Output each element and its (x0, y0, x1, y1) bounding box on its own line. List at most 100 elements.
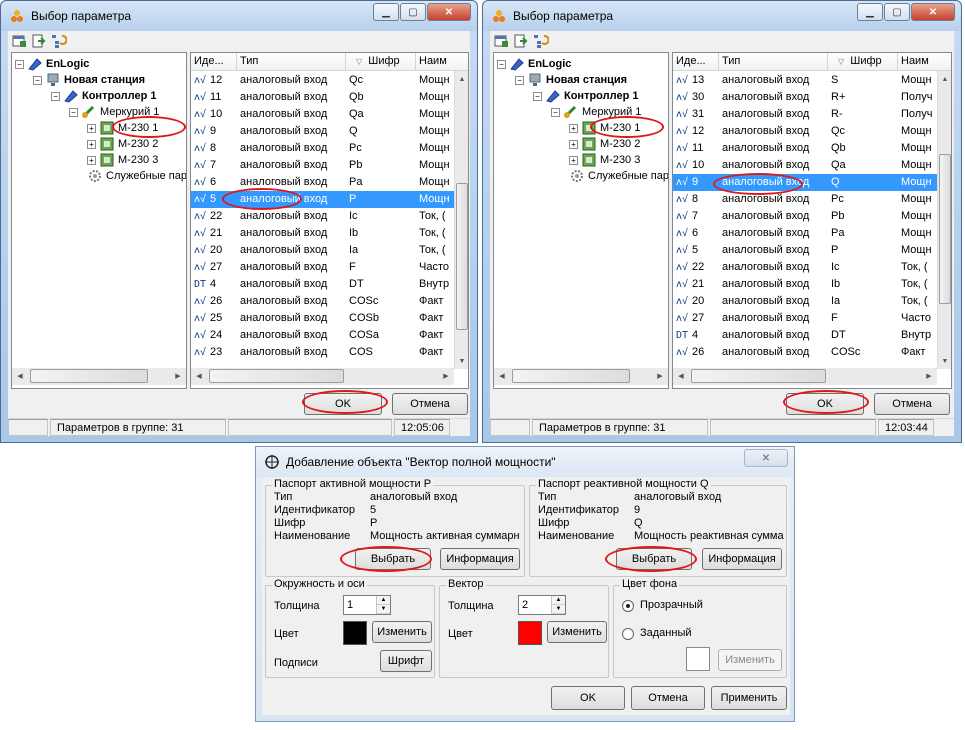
column-name[interactable]: Наим (416, 53, 468, 70)
tree-service-label[interactable]: Служебные пар (588, 170, 668, 182)
dialog-cancel-button[interactable]: Отмена (631, 686, 705, 710)
tree-device-label[interactable]: M-230 3 (600, 154, 640, 166)
scroll-up-icon[interactable]: ▲ (455, 71, 469, 87)
tree-station-label[interactable]: Новая станция (546, 74, 627, 86)
table-row[interactable]: DT 4 аналоговый вход DT Внутр (673, 327, 938, 344)
circle-change-color-button[interactable]: Изменить (372, 621, 432, 643)
table-row[interactable]: ʌ√ 10 аналоговый вход Qa Мощн (191, 106, 456, 123)
minimize-button[interactable]: ▁ (373, 3, 399, 21)
scroll-thumb[interactable] (691, 369, 826, 383)
collapse-toggle[interactable]: − (515, 75, 524, 85)
scroll-up-icon[interactable]: ▲ (938, 71, 952, 87)
table-row[interactable]: ʌ√ 25 аналоговый вход COSb Факт (191, 310, 456, 327)
table-row[interactable]: ʌ√ 26 аналоговый вход COSc Факт (191, 293, 456, 310)
table-row[interactable]: ʌ√ 20 аналоговый вход Ia Ток, ( (191, 242, 456, 259)
column-name[interactable]: Наим (898, 53, 951, 70)
tree-service-label[interactable]: Служебные пар (106, 170, 186, 182)
cancel-button[interactable]: Отмена (392, 393, 468, 415)
close-button[interactable]: ✕ (911, 3, 955, 21)
table-row[interactable]: ʌ√ 27 аналоговый вход F Часто (191, 259, 456, 276)
table-row[interactable]: ʌ√ 26 аналоговый вход COSc Факт (673, 344, 938, 361)
table-row[interactable]: ʌ√ 8 аналоговый вход Pc Мощн (191, 140, 456, 157)
grid-hscroll[interactable]: ◀ ▶ (191, 368, 454, 385)
table-row[interactable]: ʌ√ 22 аналоговый вход Ic Ток, ( (673, 259, 938, 276)
tree-refresh-icon[interactable] (51, 33, 67, 49)
collapse-toggle[interactable]: − (69, 107, 78, 117)
circle-thickness-value[interactable]: 1 (344, 596, 376, 614)
scroll-right-icon[interactable]: ▶ (438, 368, 454, 384)
column-id[interactable]: Иде... (191, 53, 237, 70)
export-icon[interactable] (31, 33, 47, 49)
collapse-toggle[interactable]: − (533, 91, 542, 101)
dialog-titlebar[interactable]: Добавление объекта "Вектор полной мощнос… (256, 447, 794, 477)
scroll-left-icon[interactable]: ◀ (12, 368, 28, 384)
table-row[interactable]: ʌ√ 20 аналоговый вход Ia Ток, ( (673, 293, 938, 310)
export-icon[interactable] (513, 33, 529, 49)
expand-toggle[interactable]: + (569, 123, 578, 133)
maximize-button[interactable]: ▢ (884, 3, 910, 21)
close-button[interactable]: ✕ (427, 3, 471, 21)
scroll-right-icon[interactable]: ▶ (921, 368, 937, 384)
table-row[interactable]: ʌ√ 31 аналоговый вход R- Получ (673, 106, 938, 123)
background-change-color-button[interactable]: Изменить (718, 649, 782, 671)
info-reactive-button[interactable]: Информация (702, 548, 782, 570)
expand-toggle[interactable]: + (87, 155, 96, 165)
tree-device-label[interactable]: M-230 3 (118, 154, 158, 166)
tree-controller-label[interactable]: Контроллер 1 (82, 90, 156, 102)
expand-toggle[interactable]: + (87, 139, 96, 149)
table-row[interactable]: ʌ√ 6 аналоговый вход Pa Мощн (673, 225, 938, 242)
tree-controller-label[interactable]: Контроллер 1 (564, 90, 638, 102)
scroll-right-icon[interactable]: ▶ (652, 368, 668, 384)
tree-root-label[interactable]: EnLogic (528, 58, 571, 70)
table-row[interactable]: ʌ√ 27 аналоговый вход F Часто (673, 310, 938, 327)
table-row[interactable]: ʌ√ 6 аналоговый вход Pa Мощн (191, 174, 456, 191)
column-type[interactable]: Тип (719, 53, 828, 70)
scroll-down-icon[interactable]: ▼ (455, 353, 469, 369)
cancel-button[interactable]: Отмена (874, 393, 950, 415)
table-row[interactable]: ʌ√ 21 аналоговый вход Ib Ток, ( (673, 276, 938, 293)
spin-up-icon[interactable]: ▲ (552, 596, 565, 605)
dialog-apply-button[interactable]: Применить (711, 686, 787, 710)
table-row[interactable]: ʌ√ 30 аналоговый вход R+ Получ (673, 89, 938, 106)
table-row[interactable]: ʌ√ 7 аналоговый вход Pb Мощн (673, 208, 938, 225)
scroll-thumb[interactable] (512, 369, 630, 383)
transparent-radio[interactable] (622, 600, 634, 612)
transparent-label[interactable]: Прозрачный (640, 599, 703, 611)
spin-down-icon[interactable]: ▼ (552, 605, 565, 614)
info-active-button[interactable]: Информация (440, 548, 520, 570)
table-row[interactable]: ʌ√ 13 аналоговый вход S Мощн (673, 72, 938, 89)
collapse-toggle[interactable]: − (497, 59, 506, 69)
tree-station-label[interactable]: Новая станция (64, 74, 145, 86)
scroll-left-icon[interactable]: ◀ (673, 368, 689, 384)
collapse-toggle[interactable]: − (51, 91, 60, 101)
spin-down-icon[interactable]: ▼ (377, 605, 390, 614)
table-row[interactable]: ʌ√ 12 аналоговый вход Qc Мощн (191, 72, 456, 89)
scroll-thumb[interactable] (209, 369, 344, 383)
expand-toggle[interactable]: + (569, 155, 578, 165)
grid-hscroll[interactable]: ◀ ▶ (673, 368, 937, 385)
table-row[interactable]: ʌ√ 11 аналоговый вход Qb Мощн (191, 89, 456, 106)
tree-root-label[interactable]: EnLogic (46, 58, 89, 70)
column-type[interactable]: Тип (237, 53, 346, 70)
collapse-toggle[interactable]: − (15, 59, 24, 69)
table-row[interactable]: ʌ√ 10 аналоговый вход Qa Мощн (673, 157, 938, 174)
column-code[interactable]: ▽ Шифр (828, 53, 898, 70)
column-code[interactable]: ▽ Шифр (346, 53, 416, 70)
table-row[interactable]: ʌ√ 5 аналоговый вход P Мощн (673, 242, 938, 259)
table-row[interactable]: ʌ√ 12 аналоговый вход Qc Мощн (673, 123, 938, 140)
table-row[interactable]: ʌ√ 24 аналоговый вход COSa Факт (191, 327, 456, 344)
scroll-thumb[interactable] (456, 183, 468, 330)
grid-vscroll[interactable]: ▲ ▼ (937, 71, 951, 369)
custom-color-radio[interactable] (622, 628, 634, 640)
table-row[interactable]: ʌ√ 23 аналоговый вход COS Факт (191, 344, 456, 361)
tree-device-label[interactable]: M-230 2 (118, 138, 158, 150)
properties-icon[interactable] (493, 33, 509, 49)
tree-hscroll[interactable]: ◀ ▶ (494, 368, 668, 385)
scroll-left-icon[interactable]: ◀ (191, 368, 207, 384)
close-button[interactable]: ✕ (744, 449, 788, 467)
scroll-thumb[interactable] (939, 154, 951, 304)
scroll-thumb[interactable] (30, 369, 148, 383)
collapse-toggle[interactable]: − (551, 107, 560, 117)
dialog-ok-button[interactable]: OK (551, 686, 625, 710)
properties-icon[interactable] (11, 33, 27, 49)
